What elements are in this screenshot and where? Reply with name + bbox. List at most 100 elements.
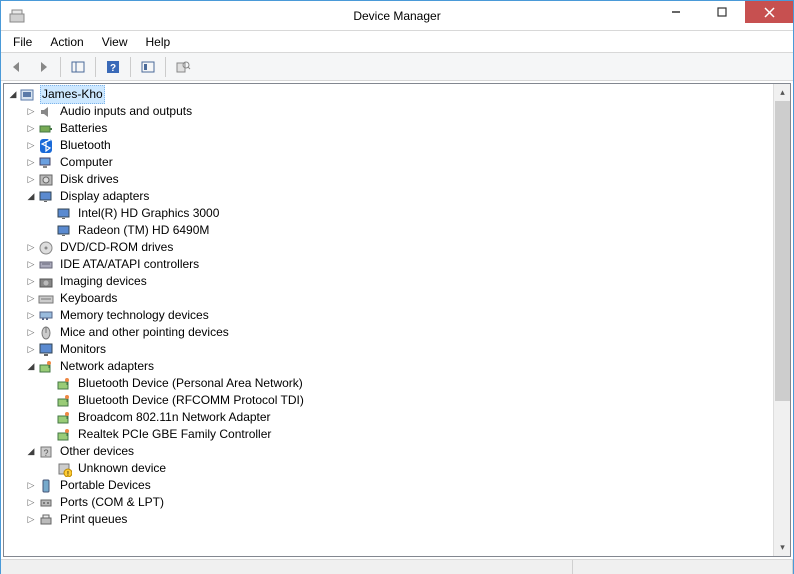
tree-device[interactable]: Radeon (TM) HD 6490M <box>6 222 790 239</box>
expand-arrow-icon[interactable]: ▷ <box>24 477 38 494</box>
ide-icon <box>38 257 54 273</box>
menu-help[interactable]: Help <box>138 33 179 51</box>
tree-category-label[interactable]: IDE ATA/ATAPI controllers <box>58 256 201 273</box>
tree-category-label[interactable]: Audio inputs and outputs <box>58 103 194 120</box>
tree-category-label[interactable]: Disk drives <box>58 171 121 188</box>
tree-device[interactable]: Intel(R) HD Graphics 3000 <box>6 205 790 222</box>
tree-device[interactable]: !Unknown device <box>6 460 790 477</box>
network-icon <box>56 376 72 392</box>
dvd-icon <box>38 240 54 256</box>
tree-category[interactable]: ▷ Batteries <box>6 120 790 137</box>
status-panel <box>573 560 793 574</box>
tree-device[interactable]: Bluetooth Device (RFCOMM Protocol TDI) <box>6 392 790 409</box>
tree-device-label[interactable]: Unknown device <box>76 460 168 477</box>
back-button[interactable] <box>5 56 29 78</box>
tree-category[interactable]: ▷ Imaging devices <box>6 273 790 290</box>
expand-arrow-icon[interactable]: ▷ <box>24 494 38 511</box>
show-hide-tree-button[interactable] <box>66 56 90 78</box>
expand-arrow-icon[interactable]: ▷ <box>24 103 38 120</box>
expand-arrow-icon[interactable]: ◢ <box>6 86 20 103</box>
menu-file[interactable]: File <box>5 33 40 51</box>
tree-category-label[interactable]: Display adapters <box>58 188 151 205</box>
properties-button[interactable] <box>171 56 195 78</box>
tree-category-label[interactable]: Portable Devices <box>58 477 153 494</box>
tree-device-label[interactable]: Realtek PCIe GBE Family Controller <box>76 426 273 443</box>
help-button[interactable]: ? <box>101 56 125 78</box>
tree-device-label[interactable]: Radeon (TM) HD 6490M <box>76 222 211 239</box>
expand-arrow-icon[interactable]: ▷ <box>24 137 38 154</box>
tree-category[interactable]: ▷ Portable Devices <box>6 477 790 494</box>
computer-icon <box>20 87 36 103</box>
tree-category[interactable]: ▷ Mice and other pointing devices <box>6 324 790 341</box>
expand-arrow-icon[interactable]: ▷ <box>24 324 38 341</box>
tree-root[interactable]: ◢ James-Kho <box>6 86 790 103</box>
tree-category[interactable]: ▷ DVD/CD-ROM drives <box>6 239 790 256</box>
scroll-thumb[interactable] <box>775 101 790 401</box>
expand-arrow-icon[interactable]: ▷ <box>24 120 38 137</box>
tree-category[interactable]: ▷ Computer <box>6 154 790 171</box>
tree-category[interactable]: ▷ Ports (COM & LPT) <box>6 494 790 511</box>
scroll-down-icon[interactable]: ▾ <box>774 539 791 556</box>
close-button[interactable] <box>745 1 793 23</box>
scroll-up-icon[interactable]: ▴ <box>774 84 791 101</box>
tree-device[interactable]: Realtek PCIe GBE Family Controller <box>6 426 790 443</box>
expand-arrow-icon[interactable]: ◢ <box>24 443 38 460</box>
tree-device-label[interactable]: Broadcom 802.11n Network Adapter <box>76 409 273 426</box>
expand-arrow-icon[interactable]: ▷ <box>24 239 38 256</box>
expand-arrow-icon[interactable]: ▷ <box>24 341 38 358</box>
tree-category-label[interactable]: Imaging devices <box>58 273 149 290</box>
tree-device[interactable]: Broadcom 802.11n Network Adapter <box>6 409 790 426</box>
menu-view[interactable]: View <box>94 33 136 51</box>
expand-arrow-icon[interactable]: ▷ <box>24 154 38 171</box>
tree-category[interactable]: ▷ IDE ATA/ATAPI controllers <box>6 256 790 273</box>
tree-category-label[interactable]: Memory technology devices <box>58 307 211 324</box>
tree-category[interactable]: ◢? Other devices <box>6 443 790 460</box>
tree-category[interactable]: ▷ Keyboards <box>6 290 790 307</box>
tree-category-label[interactable]: Other devices <box>58 443 136 460</box>
toolbar: ? <box>1 53 793 81</box>
forward-button[interactable] <box>31 56 55 78</box>
expand-arrow-icon[interactable]: ▷ <box>24 171 38 188</box>
tree-category-label[interactable]: Keyboards <box>58 290 119 307</box>
tree-category-label[interactable]: Ports (COM & LPT) <box>58 494 166 511</box>
tree-category[interactable]: ◢ Network adapters <box>6 358 790 375</box>
expand-arrow-icon[interactable]: ◢ <box>24 188 38 205</box>
vertical-scrollbar[interactable]: ▴ ▾ <box>773 84 790 556</box>
tree-device-label[interactable]: Bluetooth Device (RFCOMM Protocol TDI) <box>76 392 306 409</box>
tree-category[interactable]: ◢ Display adapters <box>6 188 790 205</box>
print-icon <box>38 512 54 528</box>
tree-device[interactable]: Bluetooth Device (Personal Area Network) <box>6 375 790 392</box>
tree-category-label[interactable]: Mice and other pointing devices <box>58 324 231 341</box>
tree-category[interactable]: ▷ Monitors <box>6 341 790 358</box>
expand-arrow-icon[interactable]: ▷ <box>24 273 38 290</box>
tree-root-label[interactable]: James-Kho <box>40 85 105 104</box>
tree-category[interactable]: ▷ Disk drives <box>6 171 790 188</box>
tree-category[interactable]: ▷ Print queues <box>6 511 790 528</box>
menu-action[interactable]: Action <box>42 33 91 51</box>
tree-category-label[interactable]: Network adapters <box>58 358 156 375</box>
expand-arrow-icon[interactable]: ▷ <box>24 290 38 307</box>
tree-device-label[interactable]: Intel(R) HD Graphics 3000 <box>76 205 221 222</box>
tree-category[interactable]: ▷ Bluetooth <box>6 137 790 154</box>
tree-category-label[interactable]: DVD/CD-ROM drives <box>58 239 175 256</box>
menubar: File Action View Help <box>1 31 793 53</box>
maximize-button[interactable] <box>699 1 745 23</box>
tree-category-label[interactable]: Batteries <box>58 120 109 137</box>
tree-device-label[interactable]: Bluetooth Device (Personal Area Network) <box>76 375 305 392</box>
expand-arrow-icon[interactable]: ▷ <box>24 256 38 273</box>
svg-text:?: ? <box>110 63 116 74</box>
scan-hardware-button[interactable] <box>136 56 160 78</box>
tree-category-label[interactable]: Computer <box>58 154 115 171</box>
tree-category-label[interactable]: Bluetooth <box>58 137 113 154</box>
tree-category-label[interactable]: Monitors <box>58 341 108 358</box>
minimize-button[interactable] <box>653 1 699 23</box>
device-tree[interactable]: ◢James-Kho▷Audio inputs and outputs▷Batt… <box>4 84 790 556</box>
tree-category[interactable]: ▷ Audio inputs and outputs <box>6 103 790 120</box>
ports-icon <box>38 495 54 511</box>
tree-category-label[interactable]: Print queues <box>58 511 129 528</box>
svg-text:?: ? <box>43 448 48 458</box>
expand-arrow-icon[interactable]: ▷ <box>24 511 38 528</box>
tree-category[interactable]: ▷ Memory technology devices <box>6 307 790 324</box>
expand-arrow-icon[interactable]: ▷ <box>24 307 38 324</box>
expand-arrow-icon[interactable]: ◢ <box>24 358 38 375</box>
